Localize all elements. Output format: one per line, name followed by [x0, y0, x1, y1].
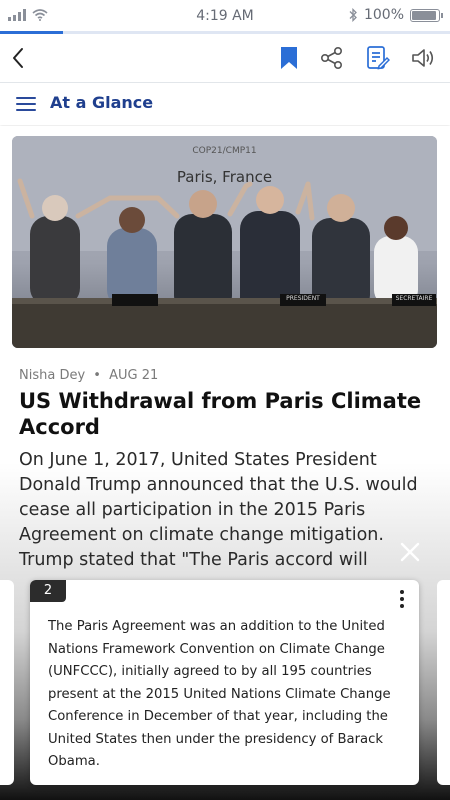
battery-level [412, 10, 436, 20]
article-date: AUG 21 [109, 368, 159, 383]
close-icon[interactable] [398, 540, 422, 564]
previous-note-card[interactable] [0, 580, 14, 785]
notes-button[interactable] [362, 42, 394, 74]
notes-icon [367, 46, 390, 70]
section-title: At a Glance [50, 93, 154, 112]
bluetooth-icon [349, 8, 357, 22]
next-note-card[interactable] [437, 580, 450, 785]
chevron-left-icon [13, 48, 23, 68]
article-body: On June 1, 2017, United States President… [19, 450, 418, 570]
section-header: At a Glance [0, 83, 450, 125]
bookmark-icon [281, 47, 297, 69]
article-toolbar [0, 34, 450, 83]
bookmark-button[interactable] [273, 42, 305, 74]
author-name[interactable]: Nisha Dey [19, 368, 85, 383]
note-popup-card: 2 The Paris Agreement was an addition to… [30, 580, 419, 785]
note-text: The Paris Agreement was an addition to t… [48, 619, 391, 769]
status-icons-right: 100% [348, 7, 443, 23]
speaker-icon [412, 49, 434, 67]
back-button[interactable] [2, 42, 34, 74]
note-number-badge: 2 [30, 580, 66, 602]
share-icon [320, 46, 343, 70]
share-button[interactable] [316, 42, 348, 74]
hamburger-menu-icon[interactable] [16, 95, 38, 113]
article-title: US Withdrawal from Paris Climate Accord [19, 389, 422, 439]
hero-plaque-secretaire: SECRETAIRE [395, 295, 433, 302]
hero-sign-top: COP21/CMP11 [192, 146, 257, 156]
audio-button[interactable] [408, 42, 440, 74]
byline-separator: • [93, 368, 101, 383]
battery-percent: 100% [363, 7, 404, 23]
more-options-icon[interactable] [399, 590, 405, 608]
battery-icon [410, 8, 443, 22]
article-byline: Nisha Dey • AUG 21 [19, 368, 158, 383]
hero-sign-main: Paris, France [176, 168, 273, 186]
status-bar: 4:19 AM 100% [0, 0, 450, 32]
hero-plaque-president: PRESIDENT [286, 295, 320, 302]
article-hero-image: COP21/CMP11 Paris, France PRESIDENT SECR… [12, 136, 437, 348]
